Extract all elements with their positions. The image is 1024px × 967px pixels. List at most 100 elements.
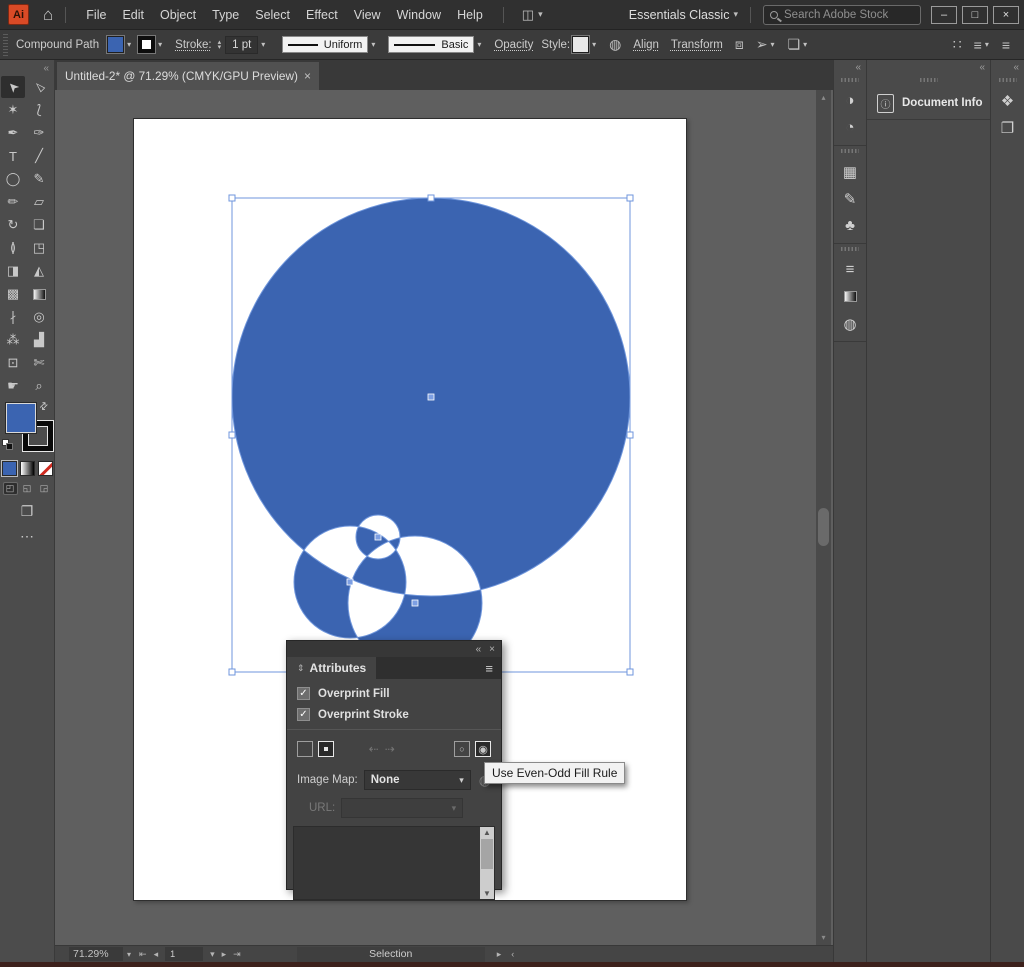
gradient-button[interactable] — [20, 461, 35, 476]
drag-grip[interactable] — [999, 78, 1017, 82]
tool-free-transform-tool[interactable]: ◳ — [27, 237, 51, 259]
change-screen-mode-icon[interactable]: ❐ — [0, 503, 54, 520]
panel-cycle-icon[interactable]: ⇕ — [297, 663, 305, 674]
adobe-stock-search-input[interactable]: Search Adobe Stock — [763, 5, 921, 25]
chevron-down-icon[interactable]: ▾ — [477, 40, 481, 49]
close-panel-icon[interactable]: × — [489, 644, 495, 655]
tool-slice-tool[interactable]: ✄ — [27, 352, 51, 374]
stroke-weight-field[interactable]: 1 pt — [225, 36, 258, 54]
selection-handle[interactable] — [229, 432, 235, 438]
menu-select[interactable]: Select — [247, 0, 298, 30]
select-similar-icon[interactable]: ➢ — [756, 36, 768, 53]
home-icon[interactable]: ⌂ — [43, 5, 53, 25]
zoom-level-field[interactable]: 71.29% — [69, 947, 123, 961]
panel-menu-icon[interactable]: ≡ — [485, 661, 501, 676]
drag-grip[interactable] — [920, 78, 938, 82]
edit-toolbar-icon[interactable]: ⋯ — [0, 528, 54, 545]
menu-file[interactable]: File — [78, 0, 114, 30]
draw-inside-button[interactable]: ◲ — [37, 482, 52, 495]
tool-perspective-grid-tool[interactable]: ◭ — [27, 260, 51, 282]
attributes-tab[interactable]: ⇕ Attributes — [287, 657, 376, 679]
transform-link[interactable]: Transform — [671, 39, 723, 51]
opacity-link[interactable]: Opacity — [494, 39, 533, 51]
menu-effect[interactable]: Effect — [298, 0, 346, 30]
close-tab-icon[interactable]: × — [304, 69, 311, 83]
tool-eraser-tool[interactable]: ▱ — [27, 191, 51, 213]
shape-properties-icon[interactable]: ❏ — [788, 36, 801, 53]
dont-show-center-button[interactable] — [297, 741, 313, 757]
status-next-icon[interactable]: ▸ — [497, 949, 502, 960]
stroke-color-swatch[interactable] — [138, 36, 155, 53]
color-button[interactable] — [2, 461, 17, 476]
overprint-stroke-checkbox[interactable]: ✓ — [297, 708, 310, 721]
tool-symbol-sprayer-tool[interactable]: ⁂ — [1, 329, 25, 351]
tool-gradient-tool[interactable] — [27, 283, 51, 305]
chevron-down-icon[interactable]: ▾ — [158, 40, 162, 49]
none-button[interactable] — [38, 461, 53, 476]
tool-eyedropper-tool[interactable]: ∤ — [1, 306, 25, 328]
selection-handle[interactable] — [627, 432, 633, 438]
chevron-down-icon[interactable]: ▾ — [538, 9, 543, 20]
graphic-styles-panel-icon[interactable]: ❐ — [991, 114, 1024, 141]
tool-magic-wand-tool[interactable]: ✶ — [1, 99, 25, 121]
chevron-down-icon[interactable]: ▾ — [771, 40, 775, 49]
tool-ellipse-tool[interactable]: ◯ — [1, 168, 25, 190]
stepper-down-icon[interactable]: ▾ — [218, 45, 222, 50]
stroke-panel-icon[interactable]: ≡ — [834, 256, 866, 283]
draw-behind-button[interactable]: ◱ — [20, 482, 35, 495]
fill-proxy[interactable] — [6, 403, 36, 433]
control-bar-menu-icon[interactable]: ≡ — [1002, 37, 1010, 53]
close-button[interactable]: × — [993, 6, 1019, 24]
scroll-up-icon[interactable]: ▲ — [480, 828, 494, 837]
chevron-down-icon[interactable]: ▾ — [371, 40, 375, 49]
app-icon[interactable]: Ai — [8, 4, 29, 25]
chevron-down-icon[interactable]: ▾ — [261, 40, 265, 49]
menu-edit[interactable]: Edit — [114, 0, 152, 30]
libraries-panel-icon[interactable]: ❖ — [991, 87, 1024, 114]
symbols-panel-icon[interactable]: ♣ — [834, 212, 866, 239]
collapse-panel-icon[interactable]: « — [476, 644, 482, 655]
tool-column-graph-tool[interactable]: ▟ — [27, 329, 51, 351]
document-arrange-icon[interactable]: ◫ — [522, 7, 534, 23]
tool-artboard-tool[interactable]: ⊡ — [1, 352, 25, 374]
gradient-panel-icon[interactable] — [834, 283, 866, 310]
menu-help[interactable]: Help — [449, 0, 491, 30]
chevron-down-icon[interactable]: ▾ — [127, 40, 131, 49]
tool-type-tool[interactable]: T — [1, 145, 25, 167]
scroll-up-icon[interactable]: ▴ — [816, 93, 831, 102]
chevron-down-icon[interactable]: ▾ — [210, 949, 215, 960]
variable-width-profile-dropdown[interactable]: Uniform — [282, 36, 368, 53]
document-tab[interactable]: Untitled-2* @ 71.29% (CMYK/GPU Preview) … — [57, 62, 319, 90]
tool-pen-tool[interactable]: ✒ — [1, 122, 25, 144]
use-even-odd-fill-rule-button[interactable]: ◉ — [475, 741, 491, 757]
tool-hand-tool[interactable]: ☛ — [1, 375, 25, 397]
selection-handle[interactable] — [627, 195, 633, 201]
tool-blend-tool[interactable]: ◎ — [27, 306, 51, 328]
minimize-button[interactable]: – — [931, 6, 957, 24]
status-angle-left-icon[interactable]: ‹ — [511, 949, 514, 960]
collapse-toolbar-icon[interactable]: « — [43, 63, 49, 74]
next-artboard-icon[interactable]: ▸ — [222, 949, 227, 960]
artboard-number-field[interactable]: 1 — [165, 947, 203, 961]
chevron-down-icon[interactable]: ▾ — [733, 9, 738, 20]
selection-handle[interactable] — [627, 669, 633, 675]
workspace-grid-icon[interactable]: ∷ — [953, 36, 962, 53]
brushes-panel-icon[interactable]: ✎ — [834, 185, 866, 212]
chevron-down-icon[interactable]: ▾ — [127, 950, 131, 959]
selection-handle[interactable] — [229, 195, 235, 201]
tool-scale-tool[interactable]: ❏ — [27, 214, 51, 236]
stroke-panel-link[interactable]: Stroke: — [175, 39, 211, 51]
tool-mesh-tool[interactable]: ▩ — [1, 283, 25, 305]
workspace-switcher[interactable]: Essentials Classic — [629, 8, 730, 22]
fill-color-swatch[interactable] — [107, 36, 124, 53]
stroke-weight-stepper[interactable]: ▴ ▾ — [218, 40, 222, 50]
maximize-button[interactable]: □ — [962, 6, 988, 24]
chevron-down-icon[interactable]: ▾ — [592, 40, 596, 49]
show-center-button[interactable] — [318, 741, 334, 757]
brush-definition-dropdown[interactable]: Basic — [388, 36, 474, 53]
drag-grip[interactable] — [3, 34, 8, 56]
reverse-path-direction-off-button[interactable]: ⇠ — [369, 742, 379, 756]
tool-lasso-tool[interactable]: ⟅ — [27, 99, 51, 121]
previous-artboard-icon[interactable]: ◂ — [154, 949, 159, 960]
image-map-dropdown[interactable]: None ▾ — [364, 770, 471, 790]
